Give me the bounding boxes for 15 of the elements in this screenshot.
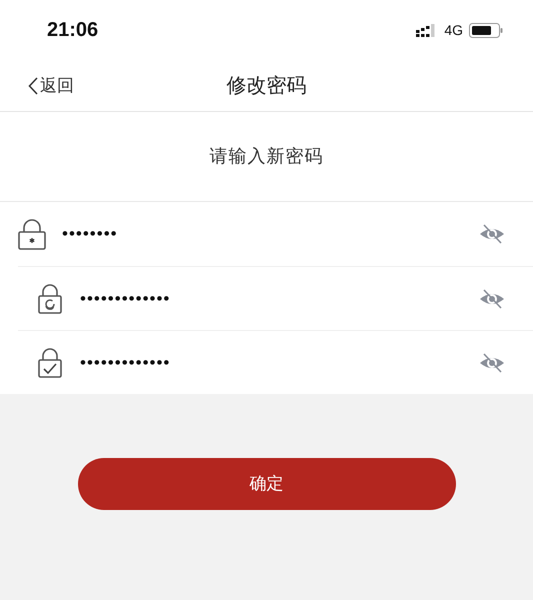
battery-icon [469, 22, 503, 38]
password-field[interactable]: ••••••••••••• [80, 350, 479, 376]
eye-slash-icon[interactable] [479, 224, 505, 244]
password-field[interactable]: ••••••••••••• [80, 286, 479, 312]
padlock-asterisk-icon [18, 218, 48, 250]
instruction-text: 请输入新密码 [210, 145, 324, 168]
back-button[interactable]: 返回 [0, 72, 74, 98]
page-title: 修改密码 [226, 74, 306, 98]
status-time: 21:06 [47, 18, 98, 43]
confirm-button[interactable]: 确定 [78, 458, 456, 510]
password-field[interactable]: •••••••• [62, 221, 479, 247]
eye-slash-icon[interactable] [479, 352, 505, 372]
network-label: 4G [444, 20, 463, 40]
eye-slash-icon[interactable] [479, 288, 505, 308]
chevron-left-icon [28, 76, 38, 94]
